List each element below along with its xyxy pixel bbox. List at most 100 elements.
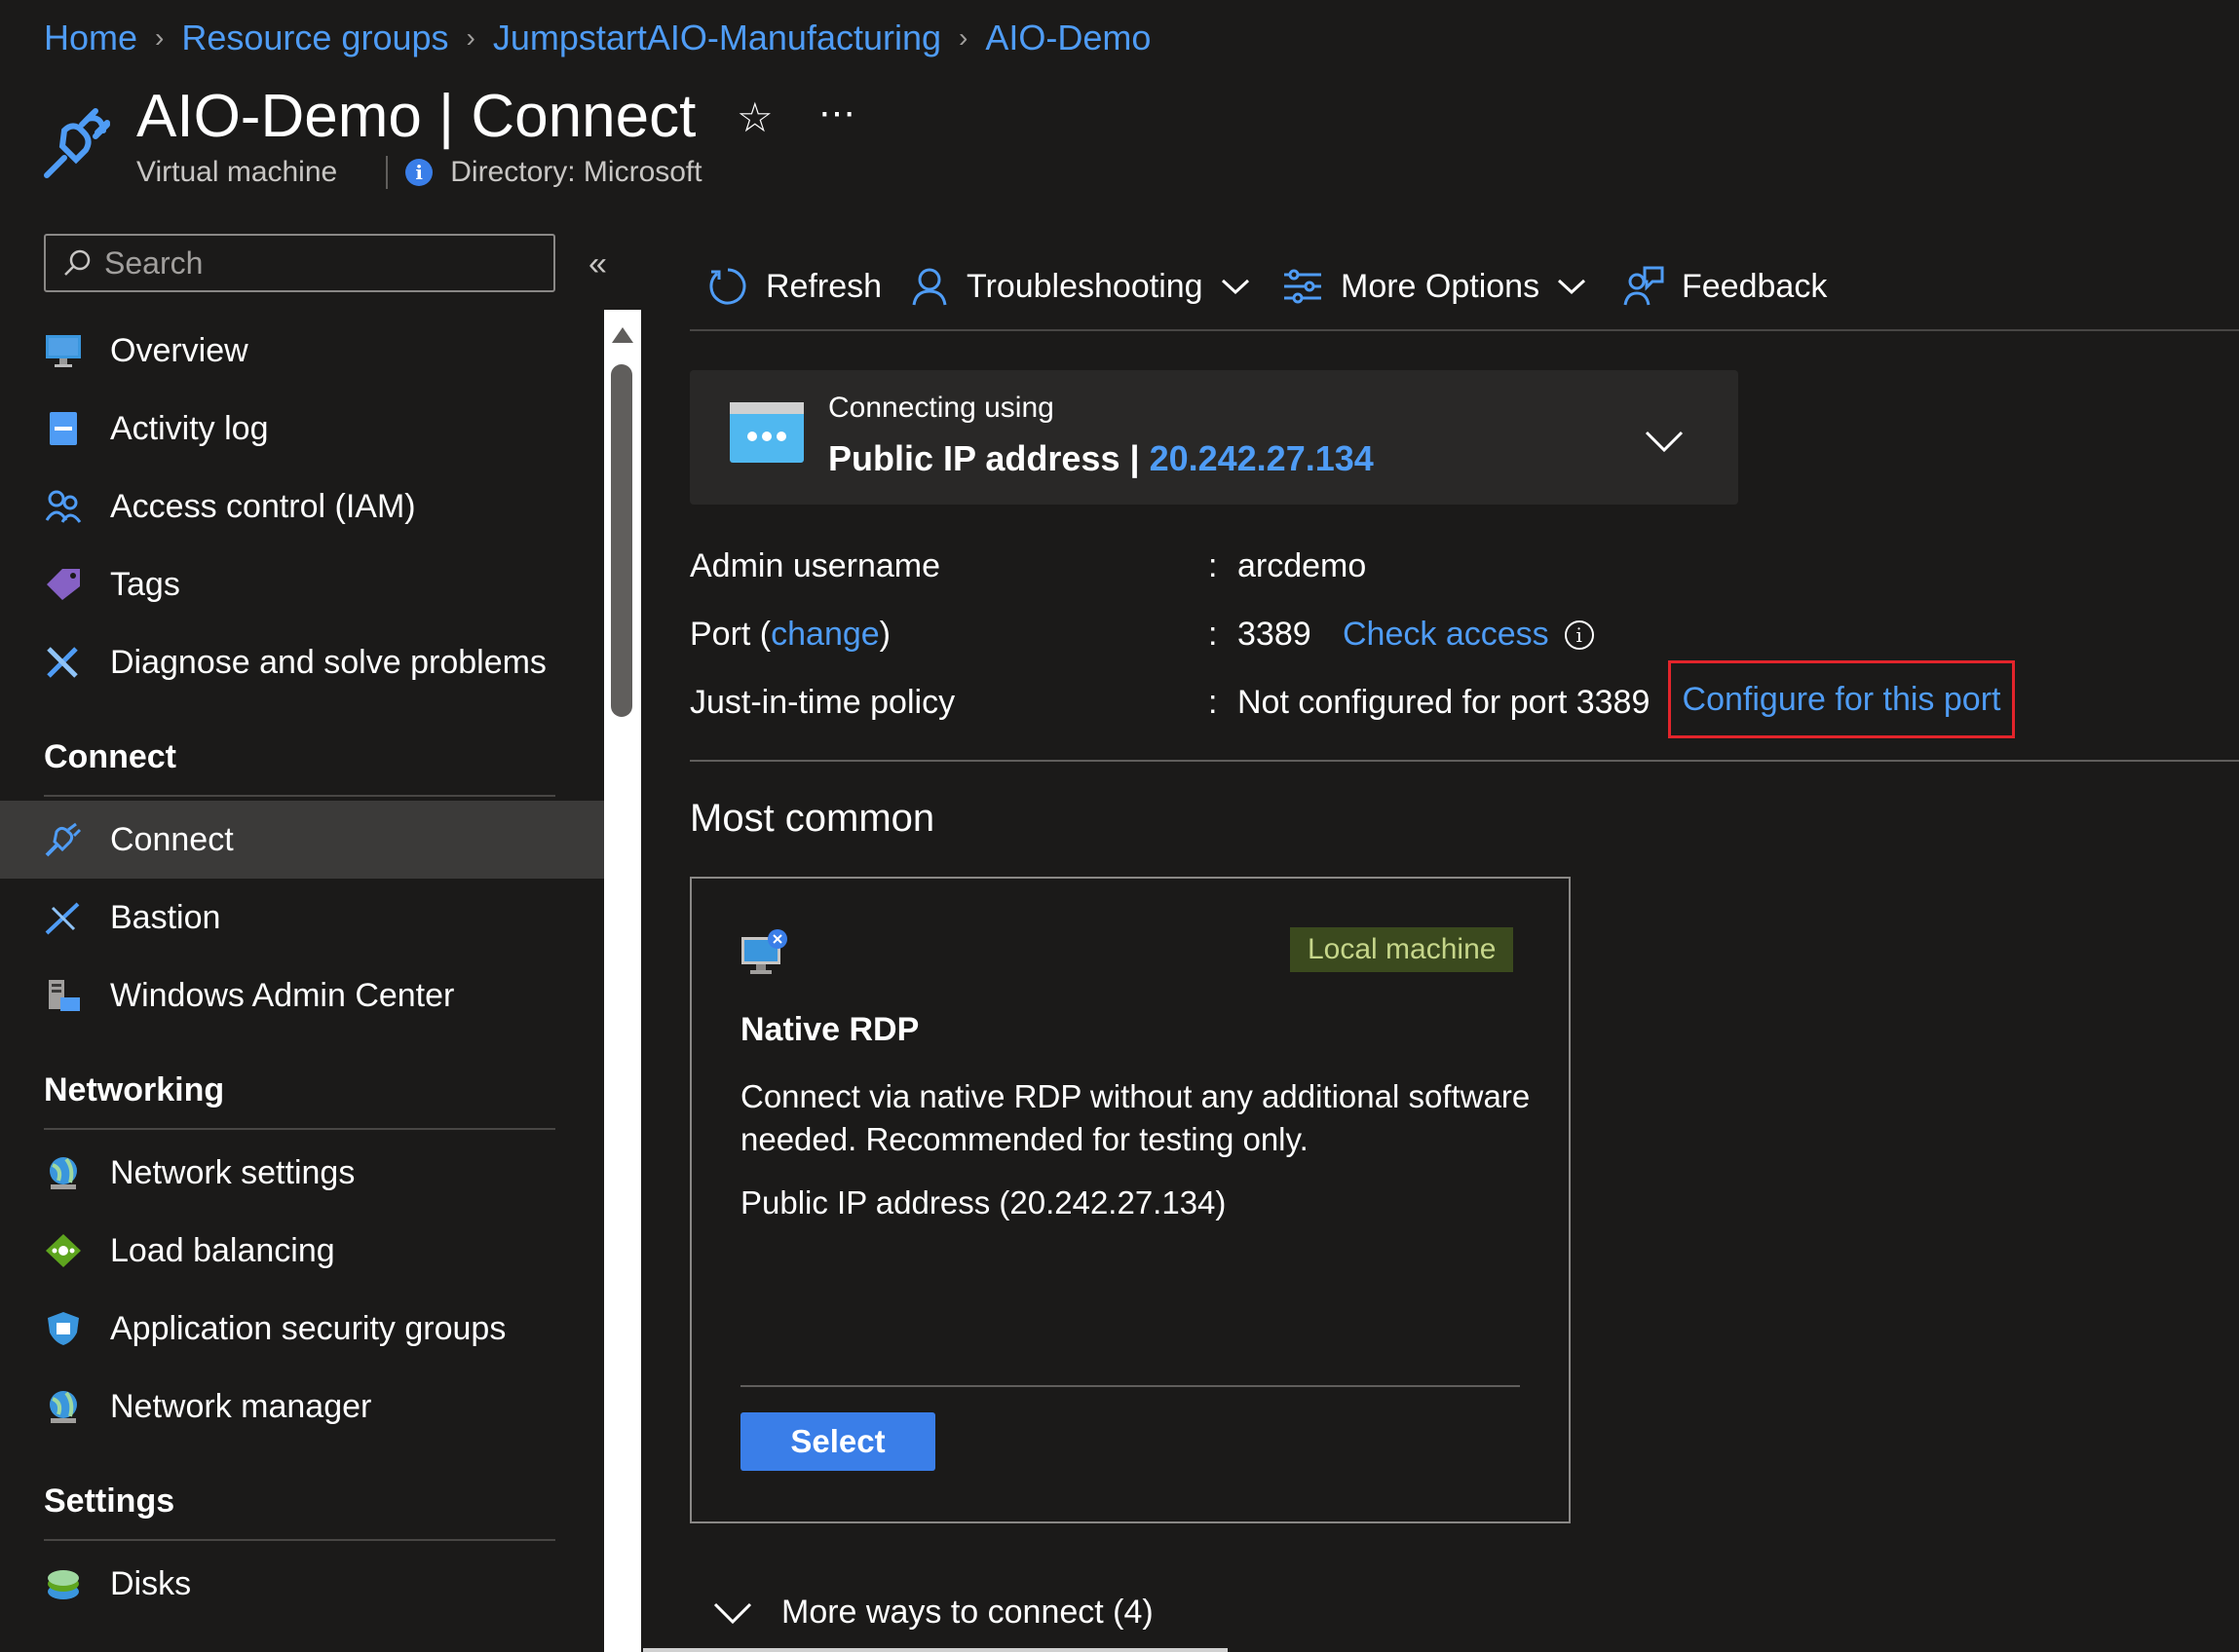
colon: : <box>1208 547 1218 584</box>
page-title: AIO-Demo | Connect <box>136 83 697 150</box>
sidebar-item-label: Network settings <box>110 1153 356 1191</box>
sidebar-item-label: Disks <box>110 1564 192 1602</box>
breadcrumb-resource-group[interactable]: JumpstartAIO-Manufacturing <box>493 18 941 58</box>
jit-policy-label: Just-in-time policy <box>690 684 956 721</box>
browser-window-icon <box>729 401 805 464</box>
sidebar-item-label: Network manager <box>110 1387 372 1425</box>
sidebar-item-label: Load balancing <box>110 1231 335 1269</box>
breadcrumb-home[interactable]: Home <box>44 18 137 58</box>
port-value: 3389 <box>1237 616 1311 653</box>
colon: : <box>1208 684 1218 721</box>
wrench-icon <box>44 643 83 682</box>
sidebar-item-label: Overview <box>110 331 248 369</box>
person-icon <box>912 268 947 306</box>
select-button[interactable]: Select <box>740 1412 935 1471</box>
breadcrumb-vm[interactable]: AIO-Demo <box>985 18 1151 58</box>
check-access-label: Check access <box>1343 616 1549 653</box>
globe-icon <box>44 1153 83 1192</box>
colon: : <box>1208 616 1218 653</box>
sidebar-item-connect[interactable]: Connect <box>0 801 604 879</box>
most-common-heading: Most common <box>690 797 935 840</box>
sidebar-item-label: Windows Admin Center <box>110 976 455 1014</box>
card-description: Connect via native RDP without any addit… <box>740 1078 1531 1157</box>
troubleshooting-label: Troubleshooting <box>967 267 1203 305</box>
sidebar-item-application-security-groups[interactable]: Application security groups <box>0 1290 604 1368</box>
feedback-icon <box>1623 266 1664 306</box>
section-connect: Connect <box>44 738 176 775</box>
section-settings: Settings <box>44 1483 175 1520</box>
sidebar-item-label: Application security groups <box>110 1309 507 1347</box>
breadcrumb-resource-groups[interactable]: Resource groups <box>181 18 448 58</box>
chevron-down-icon <box>1221 279 1249 295</box>
admin-username-value: arcdemo <box>1237 547 1367 584</box>
chevron-right-icon: › <box>959 22 968 53</box>
connection-method: Public IP address | 20.242.27.134 <box>828 438 1374 479</box>
refresh-label: Refresh <box>766 267 883 305</box>
connection-method-label: Public IP address | <box>828 438 1140 478</box>
sidebar-item-label: Bastion <box>110 898 221 936</box>
sidebar-item-network-manager[interactable]: Network manager <box>0 1368 604 1446</box>
resource-type: Virtual machine <box>136 156 338 188</box>
directory-label: Directory: Microsoft <box>450 156 702 188</box>
more-ways-to-connect-toggle[interactable]: More ways to connect (4) <box>713 1594 1154 1632</box>
public-ip: 20.242.27.134 <box>1149 438 1374 478</box>
connecting-using-label: Connecting using <box>828 392 1054 424</box>
connection-method-dropdown[interactable] <box>690 370 1738 505</box>
horizontal-scrollbar[interactable] <box>643 1648 1228 1652</box>
sidebar-item-tags[interactable]: Tags <box>0 545 604 623</box>
chevron-down-icon <box>1558 279 1586 295</box>
more-icon[interactable]: ⋯ <box>818 92 857 135</box>
remote-desktop-icon <box>740 929 789 978</box>
troubleshooting-button[interactable]: Troubleshooting <box>910 259 1268 314</box>
chevron-down-icon <box>713 1602 752 1624</box>
port-label: Port (change) <box>690 616 891 654</box>
card-title: Native RDP <box>740 1011 920 1048</box>
sidebar-item-activity-log[interactable]: Activity log <box>0 390 604 468</box>
activity-log-icon <box>44 409 83 448</box>
divider <box>690 329 2239 331</box>
search-placeholder: Search <box>104 244 204 281</box>
subtitle: Virtual machine i Directory: Microsoft <box>136 156 702 189</box>
plug-icon <box>43 101 121 179</box>
feedback-button[interactable]: Feedback <box>1623 259 1827 314</box>
monitor-icon <box>44 331 83 370</box>
plug-icon <box>44 820 83 859</box>
card-address: Public IP address (20.242.27.134) <box>740 1184 1227 1220</box>
divider <box>740 1385 1520 1387</box>
sidebar-item-bastion[interactable]: Bastion <box>0 879 604 957</box>
check-access-link[interactable]: Check access i <box>1343 616 1594 654</box>
port-label-text: Port ( <box>690 616 772 653</box>
jit-policy-value: Not configured for port 3389 <box>1237 684 1651 721</box>
sidebar-item-diagnose[interactable]: Diagnose and solve problems <box>0 623 604 701</box>
sidebar-item-access-control[interactable]: Access control (IAM) <box>0 468 604 545</box>
server-icon <box>44 976 83 1015</box>
chevron-down-icon[interactable] <box>1645 429 1684 459</box>
refresh-button[interactable]: Refresh <box>707 259 882 314</box>
sidebar-item-network-settings[interactable]: Network settings <box>0 1134 604 1212</box>
sidebar-item-label: Connect <box>110 820 234 858</box>
bastion-icon <box>44 898 83 937</box>
divider <box>386 156 389 189</box>
chevron-right-icon: › <box>466 22 475 53</box>
more-options-button[interactable]: More Options <box>1282 259 1604 314</box>
sidebar-item-load-balancing[interactable]: Load balancing <box>0 1212 604 1290</box>
scroll-up-icon[interactable] <box>612 327 633 343</box>
collapse-sidebar-icon[interactable]: « <box>588 245 607 283</box>
sidebar-item-label: Tags <box>110 565 180 603</box>
change-port-link[interactable]: change <box>771 616 880 653</box>
sidebar-item-overview[interactable]: Overview <box>0 312 604 390</box>
sidebar-item-disks[interactable]: Disks <box>0 1545 604 1623</box>
configure-port-link[interactable]: Configure for this port <box>1668 660 2015 738</box>
sidebar-item-label: Diagnose and solve problems <box>110 643 547 681</box>
load-balancer-icon <box>44 1231 83 1270</box>
sidebar-item-label: Access control (IAM) <box>110 487 416 525</box>
sidebar-item-windows-admin-center[interactable]: Windows Admin Center <box>0 957 604 1034</box>
divider <box>690 760 2239 762</box>
scrollbar-thumb[interactable] <box>611 364 632 717</box>
divider <box>44 795 555 797</box>
shield-icon <box>44 1309 83 1348</box>
search-input[interactable]: Search <box>44 234 555 292</box>
star-icon[interactable]: ☆ <box>737 94 774 141</box>
info-icon[interactable]: i <box>1564 620 1594 650</box>
local-machine-badge: Local machine <box>1290 927 1514 972</box>
